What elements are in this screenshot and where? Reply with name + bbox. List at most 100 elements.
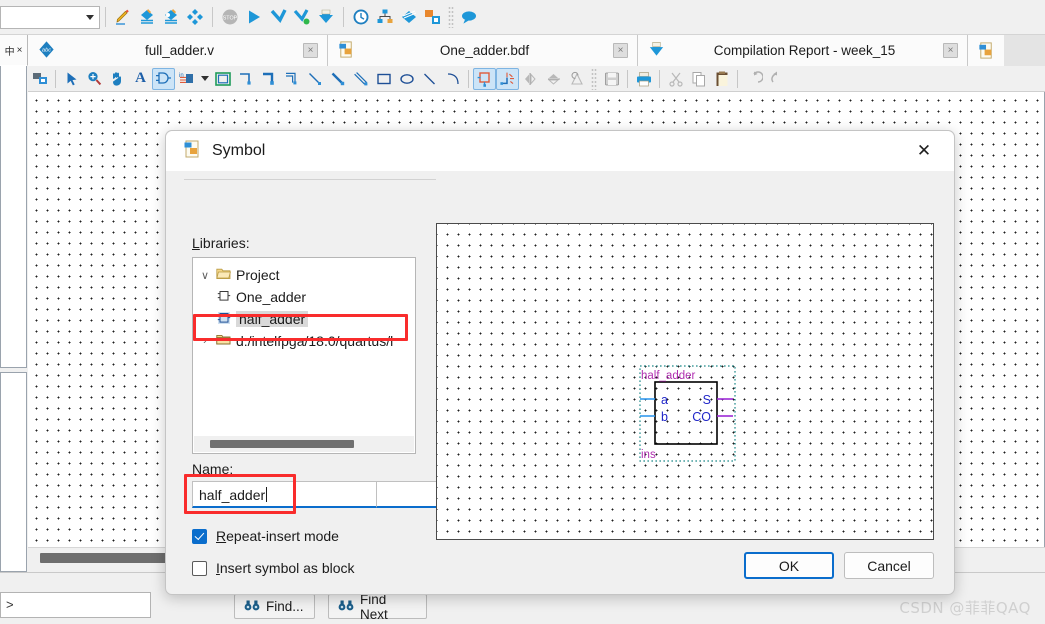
tree-item-project[interactable]: ∨ Project: [193, 264, 415, 286]
symbol-dialog: Symbol ✕ Libraries: ∨ Project One_adder …: [165, 130, 955, 595]
symbol-preview[interactable]: half_adder ins a b S CO: [436, 223, 934, 540]
tab-full-adder-v[interactable]: abc full_adder.v ×: [28, 35, 328, 66]
compile-design-icon[interactable]: [159, 4, 183, 30]
dialog-titlebar: Symbol ✕: [166, 131, 954, 171]
repeat-insert-mode-row[interactable]: Repeat-insert mode: [192, 528, 339, 544]
left-dock-panel-bottom[interactable]: [0, 372, 27, 572]
repeat-insert-mode-label-rest: epeat-insert mode: [226, 528, 339, 544]
ellipse-tool[interactable]: [395, 68, 418, 90]
orthogonal-conduit-line-tool[interactable]: [280, 68, 303, 90]
find-button[interactable]: Find...: [234, 594, 315, 619]
svg-text:CO: CO: [692, 410, 711, 424]
toolbar-divider-3: [627, 69, 628, 88]
pencil-edit-icon[interactable]: [111, 4, 135, 30]
cancel-button[interactable]: Cancel: [844, 552, 934, 579]
pin-tool[interactable]: in: [175, 68, 198, 90]
diagonal-node-line-tool[interactable]: [303, 68, 326, 90]
console-input[interactable]: >: [0, 592, 151, 618]
analysis-synthesis-icon[interactable]: [135, 4, 159, 30]
flip-vertical-tool[interactable]: [542, 68, 565, 90]
toolbar-divider-2: [212, 7, 213, 27]
insert-symbol-tool[interactable]: [28, 68, 51, 90]
tab-one-adder-bdf[interactable]: One_adder.bdf ×: [328, 35, 638, 66]
tab-compilation-report[interactable]: Compilation Report - week_15 ×: [638, 35, 968, 66]
redo-icon[interactable]: [765, 68, 788, 90]
binoculars-icon: [244, 599, 260, 615]
left-dock-header[interactable]: 中 ×: [0, 35, 28, 66]
svg-text:a: a: [661, 393, 668, 407]
tab-close-button[interactable]: ×: [943, 43, 958, 58]
cut-icon[interactable]: [664, 68, 687, 90]
repeat-insert-mode-label: Repeat-insert mode: [216, 528, 339, 544]
diagonal-bus-line-tool[interactable]: [326, 68, 349, 90]
chevron-down-icon[interactable]: ∨: [199, 269, 211, 282]
tree-scrollbar-thumb[interactable]: [210, 440, 354, 448]
close-icon[interactable]: ×: [17, 45, 23, 56]
tabbar-overflow-new-bdf-icon[interactable]: [968, 35, 1004, 66]
block-tool[interactable]: [211, 68, 234, 90]
find-next-button-label: Find Next: [360, 591, 388, 622]
stop-icon[interactable]: STOP: [218, 4, 242, 30]
symbol-tool[interactable]: [152, 67, 175, 90]
svg-text:in: in: [179, 73, 184, 79]
left-dock-panel-top[interactable]: [0, 66, 27, 368]
toolbar-divider: [55, 69, 56, 88]
start-analysis-synthesis-icon[interactable]: [290, 4, 314, 30]
arc-tool[interactable]: [441, 68, 464, 90]
programmer-icon[interactable]: [314, 4, 338, 30]
symbol-preview-drawing: half_adder ins a b S CO: [639, 365, 736, 462]
tab-close-button[interactable]: ×: [303, 43, 318, 58]
rectangle-tool[interactable]: [372, 68, 395, 90]
find-next-button[interactable]: Find Next: [328, 591, 427, 622]
signaltap-icon[interactable]: [397, 4, 421, 30]
select-arrow-tool[interactable]: [60, 68, 83, 90]
rotate-tool[interactable]: [565, 68, 588, 90]
line-tool[interactable]: [418, 68, 441, 90]
project-combo[interactable]: [0, 5, 100, 29]
svg-text:abc: abc: [42, 47, 51, 53]
open-folder-icon: [216, 267, 231, 283]
dialog-body: Libraries: ∨ Project One_adder half_adde…: [166, 171, 954, 576]
paste-icon[interactable]: [710, 68, 733, 90]
flip-horizontal-tool[interactable]: [519, 68, 542, 90]
text-tool[interactable]: A: [129, 68, 152, 90]
platform-designer-icon[interactable]: [421, 4, 445, 30]
ok-button[interactable]: OK: [744, 552, 834, 579]
rubberbanding-tool[interactable]: [473, 67, 496, 90]
repeat-insert-mode-checkbox[interactable]: [192, 528, 207, 544]
print-icon[interactable]: [632, 68, 655, 90]
orthogonal-node-line-tool[interactable]: [234, 68, 257, 90]
pin-dropdown-caret[interactable]: [198, 68, 211, 90]
verilog-file-icon: abc: [37, 40, 56, 62]
copy-icon[interactable]: [687, 68, 710, 90]
dialog-footer: OK Cancel: [166, 552, 954, 594]
hand-pan-tool[interactable]: [106, 68, 129, 90]
undo-icon[interactable]: [742, 68, 765, 90]
close-icon[interactable]: ✕: [910, 137, 938, 165]
timing-analyzer-icon[interactable]: [349, 4, 373, 30]
tab-label: full_adder.v: [144, 43, 215, 58]
tree-item-one-adder[interactable]: One_adder: [193, 286, 415, 308]
libraries-tree[interactable]: ∨ Project One_adder half_adder › d:/inte…: [192, 257, 416, 454]
tree-horizontal-scrollbar[interactable]: [194, 436, 414, 452]
save-icon[interactable]: [600, 68, 623, 90]
toolbar-divider-4: [659, 69, 660, 88]
partial-line-selection-tool[interactable]: [496, 67, 519, 90]
svg-text:S: S: [703, 393, 711, 407]
start-analysis-elaboration-icon[interactable]: [266, 4, 290, 30]
comment-balloon-icon[interactable]: [457, 4, 481, 30]
editor-tabbar: 中 × abc full_adder.v × One_adder.bdf × C…: [0, 35, 1045, 66]
orthogonal-bus-line-tool[interactable]: [257, 68, 280, 90]
toolbar-gripper-2[interactable]: [591, 67, 597, 90]
fitter-icon[interactable]: [183, 4, 207, 30]
pin-icon[interactable]: 中: [5, 43, 15, 58]
toolbar-gripper[interactable]: [448, 6, 454, 28]
start-compilation-icon[interactable]: [242, 4, 266, 30]
diagonal-conduit-line-tool[interactable]: [349, 68, 372, 90]
tab-close-button[interactable]: ×: [613, 43, 628, 58]
application-window: STOP 中 × abc full_adder.v × One_adder.bd…: [0, 0, 1045, 624]
chevron-down-icon: [86, 14, 94, 20]
zoom-tool[interactable]: [83, 68, 106, 90]
toolbar-divider: [105, 7, 106, 27]
pin-planner-icon[interactable]: [373, 4, 397, 30]
